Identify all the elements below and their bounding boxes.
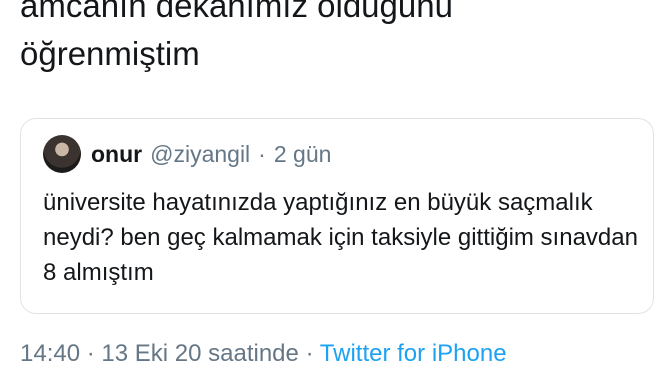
avatar[interactable] (43, 135, 81, 173)
tweet-source-link[interactable]: Twitter for iPhone (320, 340, 507, 367)
separator-dot: · (86, 340, 95, 367)
separator-dot: · (305, 340, 314, 367)
quoted-tweet-body: üniversite hayatınızda yaptığınız en büy… (43, 189, 638, 286)
quoted-author-handle[interactable]: @ziyangil (150, 141, 250, 168)
tweet-text: amcanın dekanımız olduğunu öğrenmiştim (20, 0, 660, 78)
quoted-tweet[interactable]: onur @ziyangil · 2 gün üniversite hayatı… (20, 118, 654, 314)
tweet-date[interactable]: 13 Eki 20 saatinde (101, 340, 298, 367)
quoted-author-name[interactable]: onur (91, 141, 142, 168)
tweet-text-line-2: öğrenmiştim (20, 35, 200, 72)
separator-dot: · (258, 140, 266, 167)
tweet-time[interactable]: 14:40 (20, 340, 80, 367)
tweet-text-line-1: amcanın dekanımız olduğunu (20, 0, 453, 24)
quoted-tweet-time[interactable]: 2 gün (274, 141, 332, 168)
quoted-tweet-header: onur @ziyangil · 2 gün (43, 134, 331, 174)
tweet-metadata: 14:40 · 13 Eki 20 saatinde · Twitter for… (20, 340, 507, 368)
